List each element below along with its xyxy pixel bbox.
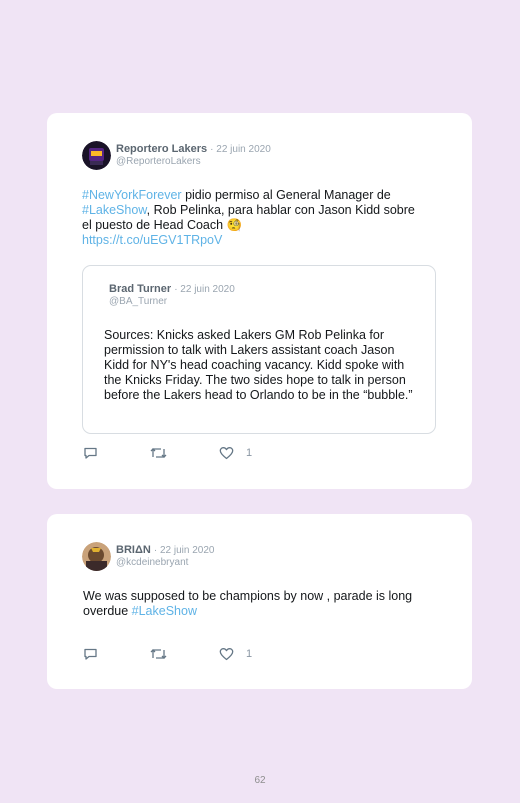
tweet-card: BRIΔN · 22 juin 2020 @kcdeinebryant We w…: [47, 514, 472, 689]
page-number: 62: [254, 775, 266, 786]
hashtag-link[interactable]: #LakeShow: [82, 203, 147, 217]
heart-icon: [219, 648, 234, 661]
retweet-icon: [150, 448, 167, 458]
tweet-card: Reportero Lakers · 22 juin 2020 @Reporte…: [47, 113, 472, 489]
like-button[interactable]: 1: [219, 445, 252, 461]
quoted-author-name[interactable]: Brad Turner · 22 juin 2020: [109, 283, 235, 295]
author-name-text[interactable]: BRIΔN: [116, 544, 151, 556]
hashtag-link[interactable]: #NewYorkForever: [82, 188, 182, 202]
reply-button[interactable]: [83, 646, 98, 662]
author-name[interactable]: Reportero Lakers · 22 juin 2020: [116, 143, 271, 155]
avatar[interactable]: [82, 141, 111, 170]
hashtag-link[interactable]: #LakeShow: [132, 604, 197, 618]
author-handle[interactable]: @ReporteroLakers: [116, 156, 201, 167]
tweet-text: #NewYorkForever pidio permiso al General…: [82, 188, 427, 248]
tweet-text: We was supposed to be champions by now ,…: [83, 589, 443, 619]
monocle-face-emoji: 🧐: [226, 218, 243, 232]
tweet-actions: 1: [83, 445, 263, 461]
retweet-button[interactable]: [150, 445, 167, 461]
quoted-author-name-text[interactable]: Brad Turner: [109, 283, 171, 295]
like-count: 1: [246, 447, 253, 459]
quoted-author-handle[interactable]: @BA_Turner: [109, 296, 167, 307]
reply-button[interactable]: [83, 445, 98, 461]
author-name-text[interactable]: Reportero Lakers: [116, 143, 207, 155]
heart-icon: [219, 447, 234, 460]
reply-icon: [84, 447, 97, 459]
tweet-date: · 22 juin 2020: [153, 545, 215, 556]
author-handle[interactable]: @kcdeinebryant: [116, 557, 188, 568]
retweet-icon: [150, 649, 167, 659]
avatar[interactable]: [82, 542, 111, 571]
tweet-text-segment: pidio permiso al General Manager de: [181, 188, 391, 202]
retweet-button[interactable]: [150, 646, 167, 662]
like-count: 1: [246, 648, 253, 660]
quoted-tweet-date: · 22 juin 2020: [174, 284, 235, 295]
quoted-tweet[interactable]: Brad Turner · 22 juin 2020 @BA_Turner So…: [82, 265, 436, 434]
tweet-actions: 1: [83, 646, 263, 662]
tweet-date: · 22 juin 2020: [210, 144, 271, 155]
quoted-tweet-text: Sources: Knicks asked Lakers GM Rob Peli…: [104, 328, 413, 402]
reply-icon: [84, 648, 97, 660]
like-button[interactable]: 1: [219, 646, 252, 662]
tweet-url-link[interactable]: https://t.co/uEGV1TRpoV: [82, 233, 222, 247]
author-name[interactable]: BRIΔN · 22 juin 2020: [116, 544, 214, 556]
